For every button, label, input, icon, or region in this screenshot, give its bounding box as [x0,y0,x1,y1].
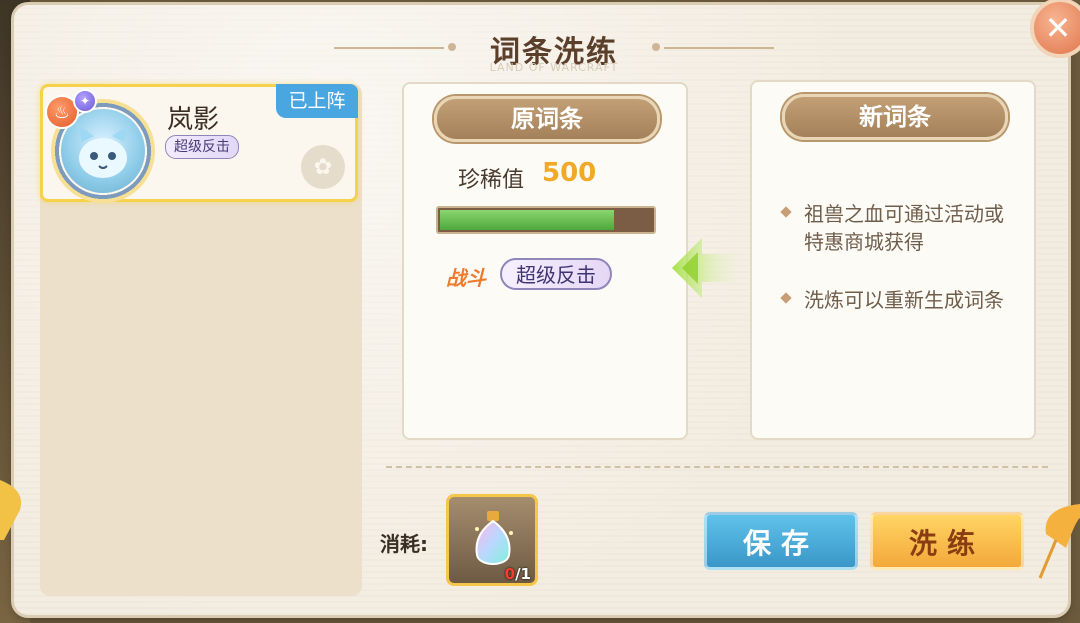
save-button[interactable]: 保存 [704,512,858,570]
tip-text: 祖兽之血可通过活动或特惠商城获得 [804,202,1004,254]
tip-text: 洗炼可以重新生成词条 [804,288,1004,312]
item-count: 0/1 [505,565,531,583]
original-trait-panel: 原词条 珍稀值 500 战斗 超级反击 [402,82,688,440]
cost-item-slot[interactable]: 0/1 [446,494,538,586]
emblem-icon: ✿ [301,145,345,189]
ginkgo-leaf-icon [1038,504,1080,579]
bullet-icon [780,206,792,218]
new-trait-header: 新词条 [782,94,1008,140]
title-divider-right [664,47,774,49]
pet-card[interactable]: ♨ ✦ 岚影 超级反击 已上阵 ✿ [40,84,358,203]
tip-item: 洗炼可以重新生成词条 [776,286,1022,314]
pet-portrait-icon [76,124,130,178]
potion-icon [475,511,513,565]
rarity-value: 500 [542,158,597,188]
ginkgo-leaf-icon [0,480,22,540]
refine-button[interactable]: 洗练 [870,512,1024,570]
original-trait-chip[interactable]: 超级反击 [500,258,612,290]
star-icon: ✦ [73,89,97,113]
trait-category-label: 战斗 [446,266,486,290]
original-trait-header: 原词条 [434,96,660,142]
tip-item: 祖兽之血可通过活动或特惠商城获得 [776,200,1022,256]
pet-name: 岚影 [167,105,220,135]
rarity-progress-fill [440,210,614,230]
rarity-label: 珍稀值 [458,168,525,193]
new-trait-panel: 新词条 祖兽之血可通过活动或特惠商城获得 洗炼可以重新生成词条 [750,80,1036,440]
close-icon: ✕ [1044,9,1072,47]
arrow-left-icon [672,238,742,298]
item-needed: /1 [515,565,531,583]
rarity-progress-bar [436,206,656,234]
tips-list: 祖兽之血可通过活动或特惠商城获得 洗炼可以重新生成词条 [776,200,1022,344]
cost-label: 消耗: [380,532,428,556]
pet-list: ♨ ✦ 岚影 超级反击 已上阵 ✿ [40,84,362,596]
dialog-subtitle: LAND OF WARCRAFT [489,61,619,74]
title-dot-right [652,43,660,51]
dialog-header: 词条洗练 LAND OF WARCRAFT [334,25,774,75]
pet-trait-chip: 超级反击 [165,135,239,159]
bullet-icon [780,292,792,304]
deployed-badge: 已上阵 [276,84,358,118]
section-divider [386,466,1048,468]
item-owned: 0 [504,565,516,583]
